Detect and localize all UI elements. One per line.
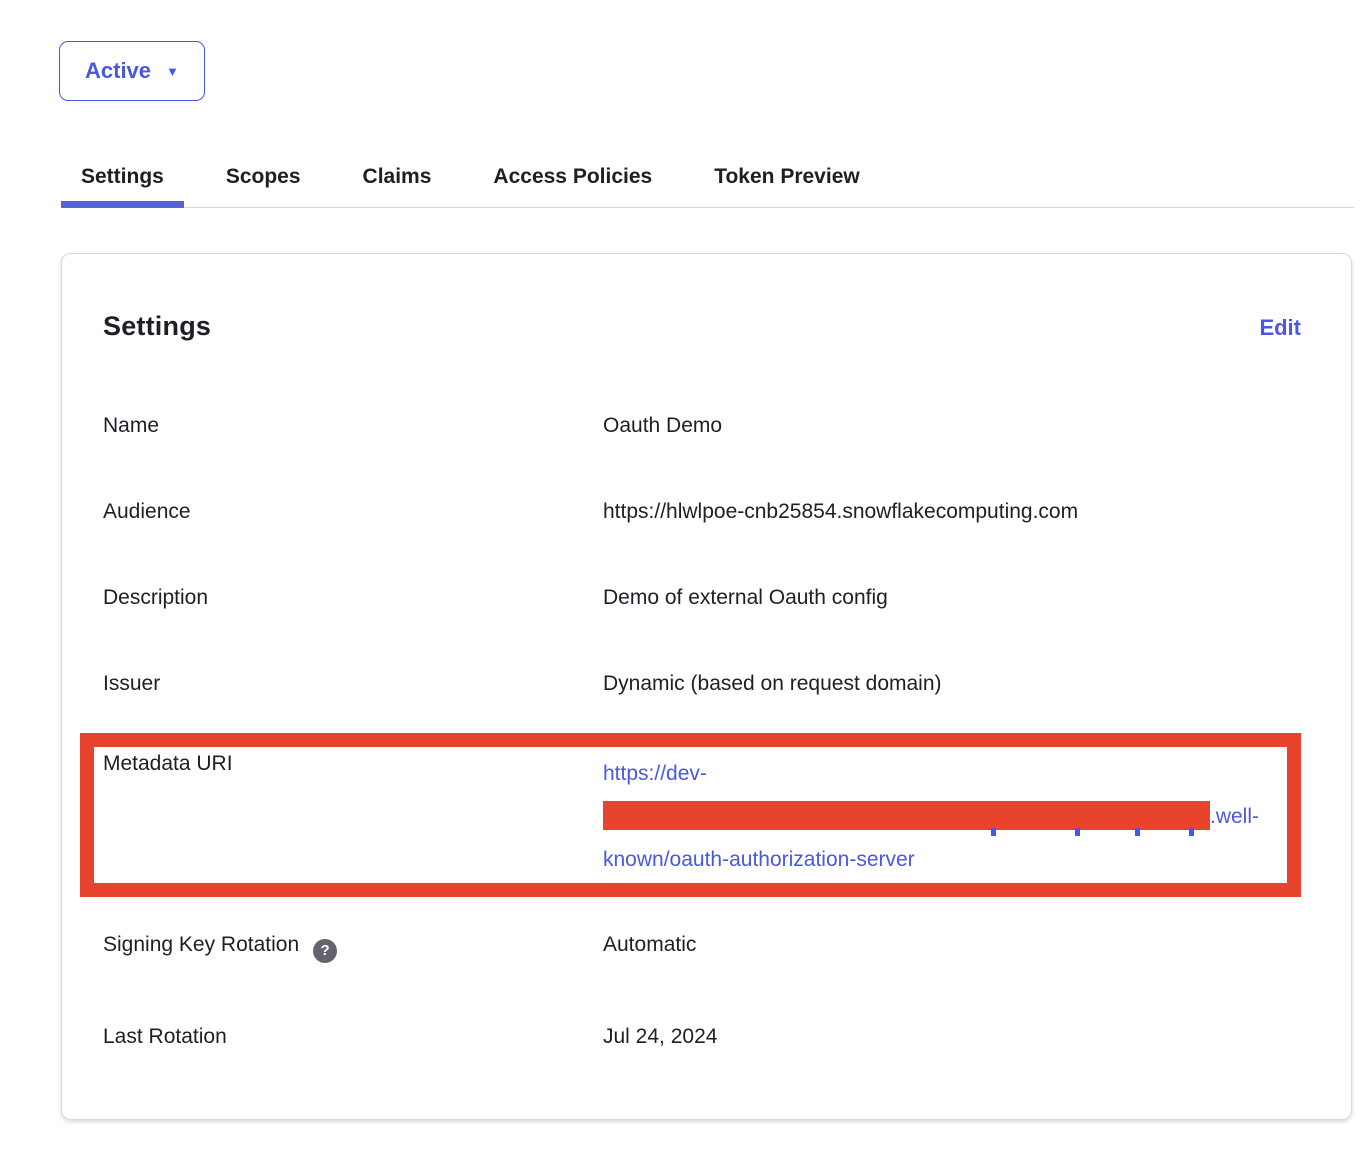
signing-key-rotation-value: Automatic bbox=[603, 933, 696, 957]
name-label: Name bbox=[103, 414, 603, 438]
tab-claims[interactable]: Claims bbox=[343, 165, 452, 207]
field-row-metadata-uri: Metadata URI https://dev- .well- known/o… bbox=[103, 752, 1301, 881]
tab-scopes[interactable]: Scopes bbox=[206, 165, 321, 207]
field-row-description: Description Demo of external Oauth confi… bbox=[103, 586, 1301, 610]
tab-token-preview[interactable]: Token Preview bbox=[694, 165, 880, 207]
field-row-name: Name Oauth Demo bbox=[103, 414, 1301, 438]
panel-title: Settings bbox=[103, 311, 211, 342]
settings-panel-header: Settings Edit bbox=[103, 311, 1301, 342]
field-row-issuer: Issuer Dynamic (based on request domain) bbox=[103, 672, 1301, 696]
settings-panel: Settings Edit Name Oauth Demo Audience h… bbox=[61, 253, 1352, 1120]
metadata-uri-link[interactable]: https://dev- .well- known/oauth-authoriz… bbox=[603, 752, 1259, 881]
issuer-label: Issuer bbox=[103, 672, 603, 696]
field-row-audience: Audience https://hlwlpoe-cnb25854.snowfl… bbox=[103, 500, 1301, 524]
redaction-block bbox=[603, 801, 1210, 830]
description-label: Description bbox=[103, 586, 603, 610]
field-row-signing-key-rotation: Signing Key Rotation? Automatic bbox=[103, 933, 1301, 963]
last-rotation-label: Last Rotation bbox=[103, 1025, 603, 1049]
help-icon[interactable]: ? bbox=[313, 939, 337, 963]
last-rotation-value: Jul 24, 2024 bbox=[603, 1025, 717, 1049]
metadata-uri-label: Metadata URI bbox=[103, 752, 603, 776]
metadata-uri-line-3: known/oauth-authorization-server bbox=[603, 838, 1259, 881]
name-value: Oauth Demo bbox=[603, 414, 722, 438]
chevron-down-icon: ▼ bbox=[166, 65, 179, 78]
tab-bar: Settings Scopes Claims Access Policies T… bbox=[61, 165, 1354, 208]
edit-button[interactable]: Edit bbox=[1259, 315, 1301, 341]
issuer-value: Dynamic (based on request domain) bbox=[603, 672, 942, 696]
signing-key-rotation-label: Signing Key Rotation? bbox=[103, 933, 603, 963]
metadata-uri-line-2: .well- bbox=[603, 795, 1259, 838]
metadata-uri-line-2-suffix: .well- bbox=[1210, 805, 1259, 828]
audience-label: Audience bbox=[103, 500, 603, 524]
audience-value: https://hlwlpoe-cnb25854.snowflakecomput… bbox=[603, 500, 1078, 524]
metadata-uri-line-1: https://dev- bbox=[603, 752, 1259, 795]
description-value: Demo of external Oauth config bbox=[603, 586, 888, 610]
status-dropdown-label: Active bbox=[85, 58, 151, 84]
tab-access-policies[interactable]: Access Policies bbox=[473, 165, 672, 207]
field-row-last-rotation: Last Rotation Jul 24, 2024 bbox=[103, 1025, 1301, 1049]
status-dropdown-button[interactable]: Active ▼ bbox=[59, 41, 205, 101]
tab-settings[interactable]: Settings bbox=[61, 165, 184, 207]
